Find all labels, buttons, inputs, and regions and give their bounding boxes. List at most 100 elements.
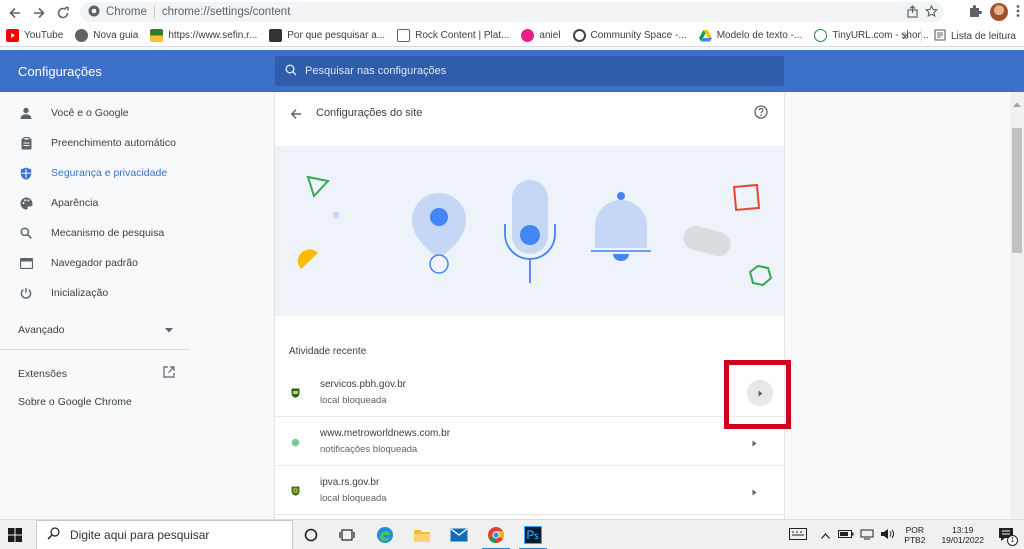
- bookmark-aniel[interactable]: aniel: [515, 29, 566, 42]
- reload-icon[interactable]: [52, 2, 74, 24]
- url-text[interactable]: chrome://settings/content: [162, 6, 290, 18]
- page-scrollbar[interactable]: [1010, 92, 1024, 519]
- highlight-box: [724, 360, 791, 429]
- sidebar-item-label: Navegador padrão: [51, 257, 138, 269]
- keyboard-layout-code: PTB2: [904, 535, 926, 545]
- taskbar-search-input[interactable]: [70, 528, 280, 542]
- chevron-right-icon[interactable]: [752, 436, 762, 447]
- battery-icon[interactable]: [838, 528, 854, 542]
- input-language[interactable]: POR PTB2: [904, 525, 925, 545]
- chrome-site-icon: [88, 5, 100, 20]
- profile-avatar[interactable]: [990, 3, 1008, 21]
- bookmark-label: Modelo de texto -...: [716, 30, 803, 41]
- scroll-up-arrow-icon[interactable]: [1013, 96, 1021, 107]
- settings-header: Configurações: [0, 50, 1024, 92]
- more-menu-icon[interactable]: [1016, 4, 1020, 21]
- shield-icon: [19, 166, 33, 180]
- bookmark-site-icon: [572, 29, 586, 42]
- bookmark-label: aniel: [539, 30, 561, 41]
- sidebar-item-security-privacy[interactable]: Segurança e privacidade: [0, 158, 190, 188]
- forward-arrow-icon[interactable]: [28, 2, 50, 24]
- task-view-icon[interactable]: [337, 526, 357, 544]
- bookmark-rock-content[interactable]: Rock Content | Plat...: [391, 29, 515, 42]
- recent-activity-label: Atividade recente: [289, 346, 367, 357]
- bookmark-star-icon[interactable]: [924, 4, 939, 21]
- back-arrow-icon[interactable]: [4, 2, 26, 24]
- recent-activity-row[interactable]: www.metroworldnews.com.br notificações b…: [275, 417, 784, 466]
- settings-search-input[interactable]: [305, 65, 725, 77]
- sidebar-item-startup[interactable]: Inicialização: [0, 278, 190, 308]
- recent-activity-row[interactable]: servicos.pbh.gov.br local bloqueada: [275, 368, 784, 417]
- recent-activity-row[interactable]: ipva.rs.gov.br local bloqueada: [275, 466, 784, 515]
- tablet-keyboard-icon[interactable]: [789, 527, 808, 543]
- search-icon: [19, 226, 33, 240]
- illustration-graphic: [297, 175, 773, 287]
- tray-expand-chevron-icon[interactable]: [821, 528, 831, 542]
- sidebar-item-search-engine[interactable]: Mecanismo de pesquisa: [0, 218, 190, 248]
- reading-list-button[interactable]: Lista de leitura: [934, 28, 1016, 44]
- sidebar-advanced-toggle[interactable]: Avançado: [18, 324, 173, 336]
- taskbar-search[interactable]: [36, 520, 293, 549]
- bookmark-por-que-pesquisar[interactable]: Por que pesquisar a...: [263, 29, 391, 42]
- cortana-icon[interactable]: [301, 526, 321, 544]
- site-status: local bloqueada: [320, 493, 387, 504]
- scrollbar-thumb[interactable]: [1012, 128, 1022, 253]
- settings-title: Configurações: [18, 64, 102, 79]
- extensions-puzzle-icon[interactable]: [968, 4, 982, 21]
- chrome-taskbar-icon[interactable]: [482, 526, 510, 549]
- photoshop-icon[interactable]: [519, 526, 547, 549]
- sidebar-extensions-link[interactable]: Extensões: [18, 366, 175, 381]
- omnibox-separator: [153, 6, 155, 18]
- power-icon: [19, 286, 33, 300]
- bookmark-site-icon: [397, 29, 411, 42]
- sidebar-item-label: Você e o Google: [51, 107, 129, 119]
- edge-icon[interactable]: [375, 526, 395, 544]
- sidebar-item-label: Aparência: [51, 197, 99, 209]
- clock-date: 19/01/2022: [941, 535, 984, 545]
- person-icon: [19, 106, 33, 120]
- address-bar[interactable]: Chrome chrome://settings/content: [80, 2, 944, 22]
- settings-search-box[interactable]: [275, 56, 784, 86]
- help-icon[interactable]: [754, 105, 770, 121]
- bookmarks-bar: YouTube Nova guia https://www.sefin.r...…: [0, 25, 1024, 47]
- site-domain: ipva.rs.gov.br: [320, 477, 380, 488]
- bookmark-sefin[interactable]: https://www.sefin.r...: [144, 29, 263, 42]
- sidebar-about-chrome[interactable]: Sobre o Google Chrome: [18, 396, 132, 408]
- sidebar-item-autofill[interactable]: Preenchimento automático: [0, 128, 190, 158]
- sidebar-item-label: Mecanismo de pesquisa: [51, 227, 165, 239]
- notification-center-icon[interactable]: 1: [998, 527, 1018, 546]
- sidebar-divider: [0, 349, 190, 350]
- more-bookmarks-button[interactable]: »: [902, 29, 909, 43]
- system-clock[interactable]: 13:19 19/01/2022: [941, 525, 984, 545]
- bookmark-community-space[interactable]: Community Space -...: [567, 29, 693, 42]
- chevron-right-icon[interactable]: [752, 485, 762, 496]
- pbh-favicon-icon: [291, 387, 300, 398]
- flag-icon: [150, 29, 164, 42]
- volume-icon[interactable]: [880, 528, 895, 543]
- site-settings-card: Configurações do site Atividade recente …: [275, 92, 784, 519]
- site-label: Chrome: [106, 6, 147, 18]
- share-icon[interactable]: [906, 5, 919, 21]
- bookmark-label: Nova guia: [93, 30, 139, 41]
- reading-list-label: Lista de leitura: [950, 30, 1016, 42]
- network-icon[interactable]: [860, 528, 874, 543]
- bookmark-site-icon: [521, 29, 535, 42]
- sidebar-item-appearance[interactable]: Aparência: [0, 188, 190, 218]
- bookmark-site-icon: [269, 29, 283, 42]
- sidebar-item-default-browser[interactable]: Navegador padrão: [0, 248, 190, 278]
- bookmark-nova-guia[interactable]: Nova guia: [69, 29, 144, 42]
- bookmark-youtube[interactable]: YouTube: [0, 29, 69, 42]
- system-tray: POR PTB2 13:19 19/01/2022 1: [789, 520, 1024, 549]
- back-arrow-icon[interactable]: [287, 105, 305, 123]
- windows-start-icon[interactable]: [8, 528, 22, 542]
- metro-favicon-icon: [291, 436, 300, 447]
- language-code: POR: [905, 525, 925, 535]
- file-explorer-icon[interactable]: [412, 526, 432, 544]
- mail-icon[interactable]: [449, 526, 469, 544]
- reading-list-icon: [934, 28, 946, 44]
- extensions-label: Extensões: [18, 367, 68, 380]
- sidebar-item-you-and-google[interactable]: Você e o Google: [0, 98, 190, 128]
- bookmark-modelo-texto[interactable]: Modelo de texto -...: [693, 29, 809, 42]
- drive-icon: [698, 29, 712, 42]
- dropdown-arrow-icon: [165, 324, 173, 336]
